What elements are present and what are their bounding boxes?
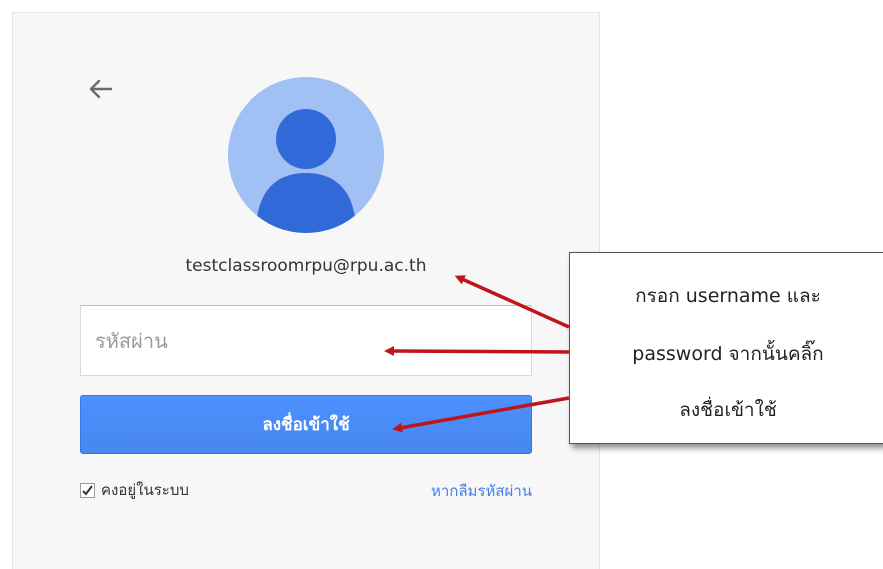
password-input[interactable]	[80, 305, 532, 376]
page: testclassroomrpu@rpu.ac.th ลงชื่อเข้าใช้…	[0, 0, 883, 569]
avatar	[228, 77, 384, 233]
callout-line: กรอก username และ	[635, 285, 821, 307]
stay-signed-in: คงอยู่ในระบบ	[80, 478, 189, 502]
forgot-password-link[interactable]: หากลืมรหัสผ่าน	[431, 479, 532, 503]
account-email: testclassroomrpu@rpu.ac.th	[185, 256, 427, 276]
check-icon	[82, 484, 93, 496]
callout-line: ลงชื่อเข้าใช้	[679, 399, 777, 421]
callout-line: password จากนั้นคลิ๊ก	[632, 343, 824, 365]
stay-signed-in-checkbox[interactable]	[80, 482, 95, 498]
signin-button[interactable]: ลงชื่อเข้าใช้	[80, 395, 532, 454]
default-user-avatar-icon	[228, 77, 384, 233]
stay-signed-in-label[interactable]: คงอยู่ในระบบ	[101, 478, 189, 502]
arrow-left-icon	[89, 79, 113, 99]
instruction-callout: กรอก username และ password จากนั้นคลิ๊ก …	[569, 252, 883, 444]
back-button[interactable]	[84, 73, 116, 105]
